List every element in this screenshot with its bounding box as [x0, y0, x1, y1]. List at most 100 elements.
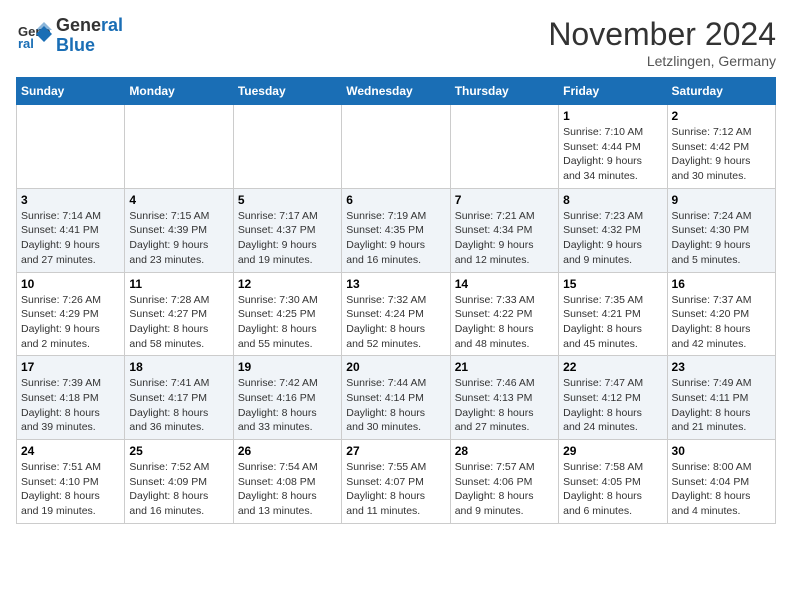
day-info: Sunrise: 7:44 AM Sunset: 4:14 PM Dayligh… — [346, 376, 445, 435]
day-info: Sunrise: 7:24 AM Sunset: 4:30 PM Dayligh… — [672, 209, 771, 268]
calendar-cell: 5 Sunrise: 7:17 AM Sunset: 4:37 PM Daylig… — [233, 188, 341, 272]
day-info: Sunrise: 7:35 AM Sunset: 4:21 PM Dayligh… — [563, 293, 662, 352]
logo: Gene ral General Blue — [16, 16, 123, 56]
day-number: 19 — [238, 360, 337, 374]
calendar-cell — [342, 105, 450, 189]
calendar-week-row: 10Sunrise: 7:26 AM Sunset: 4:29 PM Dayli… — [17, 272, 776, 356]
calendar-table: SundayMondayTuesdayWednesdayThursdayFrid… — [16, 77, 776, 524]
calendar-cell: 28 Sunrise: 7:57 AM Sunset: 4:06 PM Dayli… — [450, 440, 558, 524]
calendar-cell: 15 Sunrise: 7:35 AM Sunset: 4:21 PM Dayli… — [559, 272, 667, 356]
day-number: 23 — [672, 360, 771, 374]
calendar-cell: 4 Sunrise: 7:15 AM Sunset: 4:39 PM Daylig… — [125, 188, 233, 272]
day-info: Sunrise: 7:33 AM Sunset: 4:22 PM Dayligh… — [455, 293, 554, 352]
day-info: Sunrise: 7:30 AM Sunset: 4:25 PM Dayligh… — [238, 293, 337, 352]
calendar-cell — [125, 105, 233, 189]
day-number: 7 — [455, 193, 554, 207]
calendar-cell: 3Sunrise: 7:14 AM Sunset: 4:41 PM Daylig… — [17, 188, 125, 272]
day-info: Sunrise: 7:49 AM Sunset: 4:11 PM Dayligh… — [672, 376, 771, 435]
day-info: Sunrise: 7:57 AM Sunset: 4:06 PM Dayligh… — [455, 460, 554, 519]
page-header: Gene ral General Blue November 2024 Letz… — [16, 16, 776, 69]
day-number: 15 — [563, 277, 662, 291]
day-info: Sunrise: 7:12 AM Sunset: 4:42 PM Dayligh… — [672, 125, 771, 184]
day-number: 1 — [563, 109, 662, 123]
day-number: 6 — [346, 193, 445, 207]
calendar-week-row: 1 Sunrise: 7:10 AM Sunset: 4:44 PM Daylig… — [17, 105, 776, 189]
day-info: Sunrise: 7:51 AM Sunset: 4:10 PM Dayligh… — [21, 460, 120, 519]
day-number: 18 — [129, 360, 228, 374]
calendar-cell: 8Sunrise: 7:23 AM Sunset: 4:32 PM Daylig… — [559, 188, 667, 272]
day-number: 25 — [129, 444, 228, 458]
day-number: 24 — [21, 444, 120, 458]
calendar-cell — [450, 105, 558, 189]
calendar-cell: 2 Sunrise: 7:12 AM Sunset: 4:42 PM Daylig… — [667, 105, 775, 189]
day-info: Sunrise: 7:39 AM Sunset: 4:18 PM Dayligh… — [21, 376, 120, 435]
weekday-header-monday: Monday — [125, 78, 233, 105]
day-info: Sunrise: 7:58 AM Sunset: 4:05 PM Dayligh… — [563, 460, 662, 519]
calendar-week-row: 17 Sunrise: 7:39 AM Sunset: 4:18 PM Dayli… — [17, 356, 776, 440]
month-title: November 2024 — [548, 16, 776, 53]
calendar-cell: 12Sunrise: 7:30 AM Sunset: 4:25 PM Dayli… — [233, 272, 341, 356]
day-info: Sunrise: 7:26 AM Sunset: 4:29 PM Dayligh… — [21, 293, 120, 352]
calendar-cell: 22Sunrise: 7:47 AM Sunset: 4:12 PM Dayli… — [559, 356, 667, 440]
calendar-cell: 11Sunrise: 7:28 AM Sunset: 4:27 PM Dayli… — [125, 272, 233, 356]
day-info: Sunrise: 7:14 AM Sunset: 4:41 PM Dayligh… — [21, 209, 120, 268]
day-number: 9 — [672, 193, 771, 207]
day-number: 4 — [129, 193, 228, 207]
day-info: Sunrise: 7:41 AM Sunset: 4:17 PM Dayligh… — [129, 376, 228, 435]
weekday-header-sunday: Sunday — [17, 78, 125, 105]
day-info: Sunrise: 7:21 AM Sunset: 4:34 PM Dayligh… — [455, 209, 554, 268]
day-info: Sunrise: 7:19 AM Sunset: 4:35 PM Dayligh… — [346, 209, 445, 268]
calendar-cell — [233, 105, 341, 189]
day-number: 16 — [672, 277, 771, 291]
day-number: 8 — [563, 193, 662, 207]
calendar-cell: 6 Sunrise: 7:19 AM Sunset: 4:35 PM Daylig… — [342, 188, 450, 272]
calendar-cell: 1 Sunrise: 7:10 AM Sunset: 4:44 PM Daylig… — [559, 105, 667, 189]
calendar-cell: 23 Sunrise: 7:49 AM Sunset: 4:11 PM Dayli… — [667, 356, 775, 440]
calendar-header-row: SundayMondayTuesdayWednesdayThursdayFrid… — [17, 78, 776, 105]
day-number: 27 — [346, 444, 445, 458]
day-number: 26 — [238, 444, 337, 458]
day-number: 17 — [21, 360, 120, 374]
calendar-cell: 24 Sunrise: 7:51 AM Sunset: 4:10 PM Dayli… — [17, 440, 125, 524]
day-number: 11 — [129, 277, 228, 291]
day-info: Sunrise: 7:10 AM Sunset: 4:44 PM Dayligh… — [563, 125, 662, 184]
day-number: 2 — [672, 109, 771, 123]
day-number: 14 — [455, 277, 554, 291]
weekday-header-saturday: Saturday — [667, 78, 775, 105]
calendar-cell: 20 Sunrise: 7:44 AM Sunset: 4:14 PM Dayli… — [342, 356, 450, 440]
calendar-cell: 13Sunrise: 7:32 AM Sunset: 4:24 PM Dayli… — [342, 272, 450, 356]
day-info: Sunrise: 7:46 AM Sunset: 4:13 PM Dayligh… — [455, 376, 554, 435]
calendar-week-row: 3Sunrise: 7:14 AM Sunset: 4:41 PM Daylig… — [17, 188, 776, 272]
day-number: 13 — [346, 277, 445, 291]
calendar-cell: 16 Sunrise: 7:37 AM Sunset: 4:20 PM Dayli… — [667, 272, 775, 356]
day-number: 29 — [563, 444, 662, 458]
day-number: 20 — [346, 360, 445, 374]
day-number: 5 — [238, 193, 337, 207]
day-info: Sunrise: 7:54 AM Sunset: 4:08 PM Dayligh… — [238, 460, 337, 519]
day-info: Sunrise: 7:47 AM Sunset: 4:12 PM Dayligh… — [563, 376, 662, 435]
day-info: Sunrise: 7:52 AM Sunset: 4:09 PM Dayligh… — [129, 460, 228, 519]
calendar-cell: 19 Sunrise: 7:42 AM Sunset: 4:16 PM Dayli… — [233, 356, 341, 440]
calendar-cell: 9 Sunrise: 7:24 AM Sunset: 4:30 PM Daylig… — [667, 188, 775, 272]
calendar-cell: 21 Sunrise: 7:46 AM Sunset: 4:13 PM Dayli… — [450, 356, 558, 440]
day-info: Sunrise: 7:15 AM Sunset: 4:39 PM Dayligh… — [129, 209, 228, 268]
day-info: Sunrise: 7:37 AM Sunset: 4:20 PM Dayligh… — [672, 293, 771, 352]
logo-icon: Gene ral — [16, 18, 52, 54]
calendar-week-row: 24 Sunrise: 7:51 AM Sunset: 4:10 PM Dayli… — [17, 440, 776, 524]
svg-text:ral: ral — [18, 36, 34, 51]
calendar-cell: 7 Sunrise: 7:21 AM Sunset: 4:34 PM Daylig… — [450, 188, 558, 272]
title-section: November 2024 Letzlingen, Germany — [548, 16, 776, 69]
day-number: 28 — [455, 444, 554, 458]
day-info: Sunrise: 7:17 AM Sunset: 4:37 PM Dayligh… — [238, 209, 337, 268]
location: Letzlingen, Germany — [548, 53, 776, 69]
day-number: 30 — [672, 444, 771, 458]
calendar-cell: 27 Sunrise: 7:55 AM Sunset: 4:07 PM Dayli… — [342, 440, 450, 524]
day-info: Sunrise: 7:55 AM Sunset: 4:07 PM Dayligh… — [346, 460, 445, 519]
calendar-cell: 18 Sunrise: 7:41 AM Sunset: 4:17 PM Dayli… — [125, 356, 233, 440]
calendar-cell: 30 Sunrise: 8:00 AM Sunset: 4:04 PM Dayli… — [667, 440, 775, 524]
day-number: 21 — [455, 360, 554, 374]
calendar-cell: 25 Sunrise: 7:52 AM Sunset: 4:09 PM Dayli… — [125, 440, 233, 524]
calendar-cell: 17 Sunrise: 7:39 AM Sunset: 4:18 PM Dayli… — [17, 356, 125, 440]
day-info: Sunrise: 8:00 AM Sunset: 4:04 PM Dayligh… — [672, 460, 771, 519]
day-info: Sunrise: 7:42 AM Sunset: 4:16 PM Dayligh… — [238, 376, 337, 435]
